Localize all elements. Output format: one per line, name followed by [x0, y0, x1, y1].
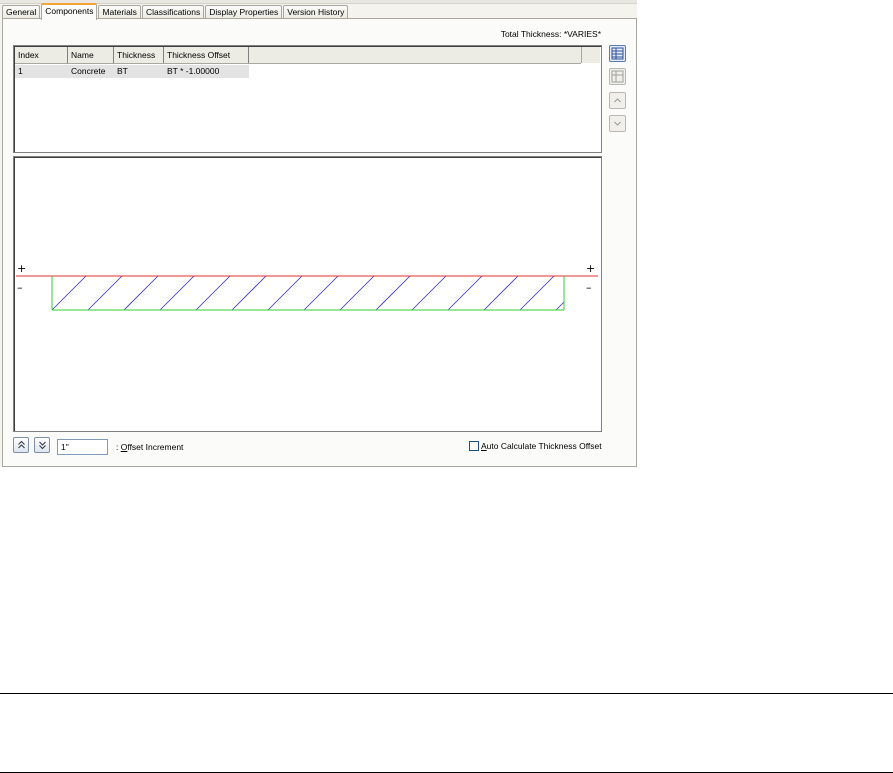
column-header-thickness[interactable]: Thickness: [114, 47, 164, 63]
tab-classifications[interactable]: Classifications: [141, 5, 205, 18]
total-thickness-label: Total Thickness: *VARIES*: [500, 29, 601, 39]
cell-thickness[interactable]: BT: [114, 65, 164, 78]
move-down-icon: [614, 121, 621, 126]
minus-marker-right: –: [586, 281, 592, 294]
page-divider-top: [0, 693, 893, 694]
add-component-icon: [611, 47, 624, 60]
hatch-line: [447, 275, 483, 311]
column-header-name[interactable]: Name: [68, 47, 114, 63]
hatch-line: [123, 275, 159, 311]
column-header-index[interactable]: Index: [15, 47, 68, 63]
components-grid: Index Name Thickness Thickness Offset 1 …: [13, 45, 602, 153]
component-preview[interactable]: + – + –: [13, 156, 602, 432]
minus-marker-left: –: [17, 281, 23, 294]
offset-increment-label: : Offset Increment: [116, 442, 183, 452]
plus-marker-right: +: [586, 262, 595, 275]
decrement-offset-button[interactable]: [34, 437, 50, 453]
preview-canvas: + – + –: [16, 262, 598, 311]
cell-name[interactable]: Concrete: [68, 65, 114, 78]
hatch-line: [519, 275, 555, 311]
column-header-thickness-offset[interactable]: Thickness Offset: [164, 47, 249, 63]
grid-scrollbar-corner: [581, 47, 600, 63]
hatch-line: [231, 275, 267, 311]
auto-label-rest: uto Calculate Thickness Offset: [486, 441, 602, 451]
auto-calculate-label[interactable]: Auto Calculate Thickness Offset: [481, 441, 602, 451]
plus-marker-left: +: [17, 262, 26, 275]
hatch-line: [51, 275, 87, 311]
hatch-line: [87, 275, 123, 311]
hatch-line: [375, 275, 411, 311]
cell-index[interactable]: 1: [15, 65, 68, 78]
double-chevron-down-icon: [38, 441, 46, 450]
tab-version-history[interactable]: Version History: [283, 5, 349, 18]
tab-strip: General Components Materials Classificat…: [2, 3, 349, 20]
hatch-line: [267, 275, 303, 311]
move-down-button[interactable]: [609, 115, 626, 132]
offset-increment-input[interactable]: 1": [57, 439, 108, 455]
tab-general[interactable]: General: [2, 5, 41, 18]
tab-display-properties[interactable]: Display Properties: [205, 5, 283, 18]
hatch-line: [195, 275, 231, 311]
hatch-line: [303, 275, 339, 311]
offset-label-rest: ffset Increment: [127, 442, 184, 452]
hatch-line: [483, 275, 519, 311]
hatch-line: [555, 301, 565, 311]
move-up-icon: [614, 98, 621, 103]
grid-header: Index Name Thickness Thickness Offset: [15, 47, 581, 64]
increment-offset-button[interactable]: [13, 437, 29, 453]
tab-components[interactable]: Components: [41, 3, 98, 20]
wall-style-dialog: General Components Materials Classificat…: [0, 0, 637, 467]
hatch-line: [159, 275, 195, 311]
add-component-button[interactable]: [609, 45, 626, 62]
hatch-line: [339, 275, 375, 311]
double-chevron-up-icon: [17, 440, 25, 449]
table-row[interactable]: 1 Concrete BT BT * -1.00000: [15, 65, 249, 78]
auto-calculate-checkbox[interactable]: [469, 441, 479, 451]
move-up-button[interactable]: [609, 92, 626, 109]
cell-thickness-offset[interactable]: BT * -1.00000: [164, 65, 249, 78]
delete-component-button[interactable]: [609, 68, 626, 85]
hatch-line: [411, 275, 447, 311]
delete-component-icon: [611, 70, 624, 83]
component-hatch: [51, 275, 565, 311]
tab-materials[interactable]: Materials: [98, 5, 141, 18]
